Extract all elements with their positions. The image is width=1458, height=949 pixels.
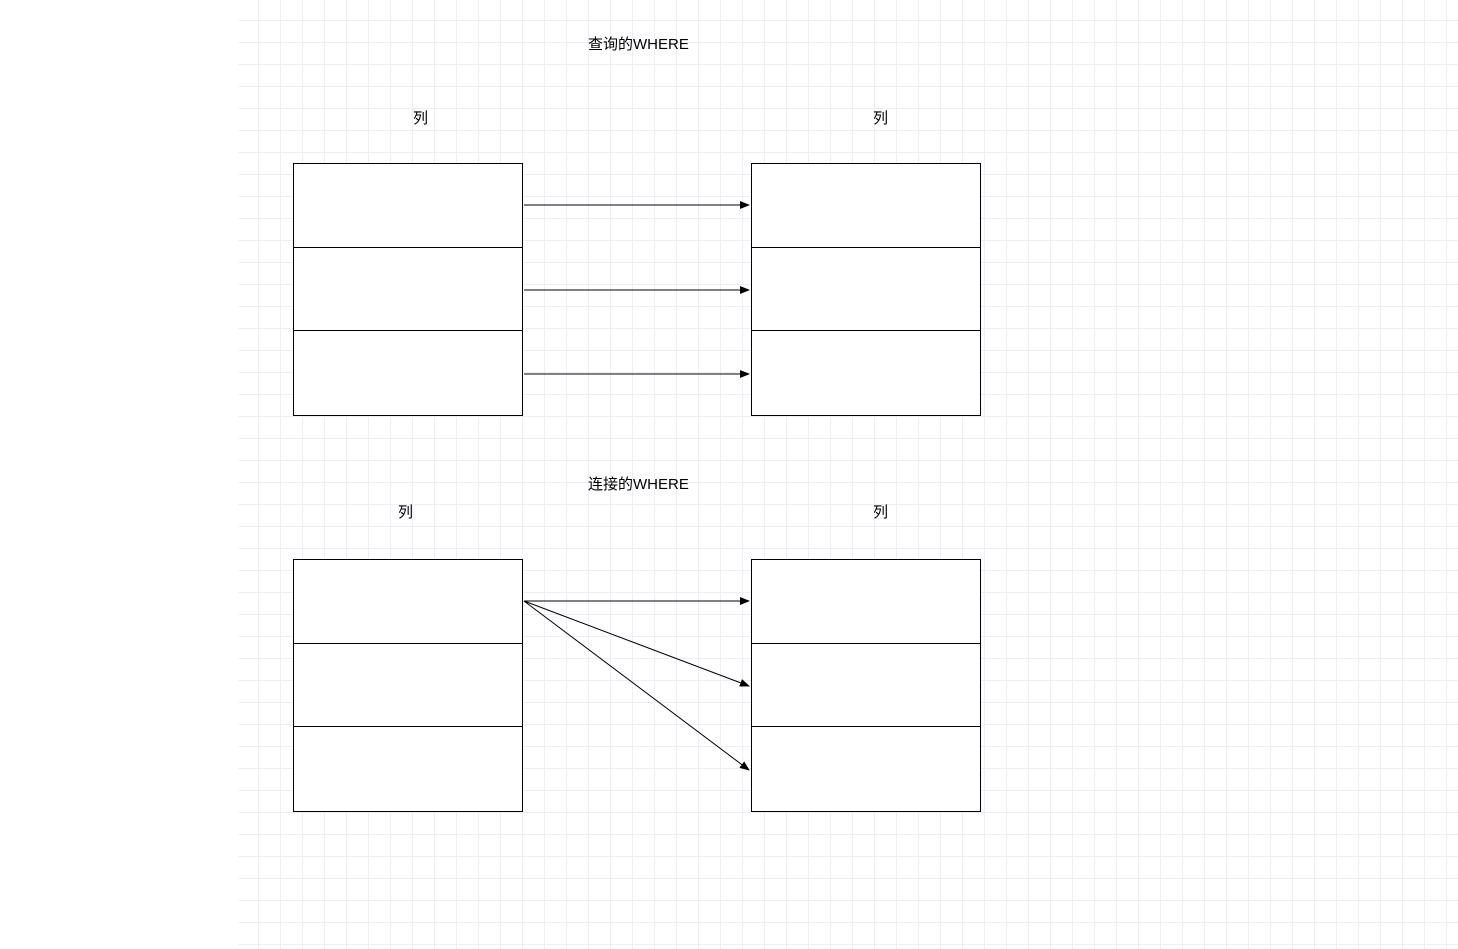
- table-row[interactable]: [294, 560, 522, 644]
- table-row[interactable]: [294, 644, 522, 728]
- diagram-canvas[interactable]: 查询的WHERE 列 列 连接的WHERE 列 列: [238, 0, 1458, 949]
- table-row[interactable]: [752, 727, 980, 811]
- table-row[interactable]: [294, 248, 522, 332]
- table-row[interactable]: [294, 164, 522, 248]
- diagram2-left-table[interactable]: [293, 559, 523, 812]
- diagram1-right-table[interactable]: [751, 163, 981, 416]
- arrow-d2-to-row2: [524, 601, 749, 686]
- diagram2-right-table[interactable]: [751, 559, 981, 812]
- table-row[interactable]: [294, 331, 522, 415]
- diagram2-left-column-label: 列: [398, 501, 413, 522]
- diagram1-title: 查询的WHERE: [588, 33, 689, 54]
- diagram1-left-column-label: 列: [413, 107, 428, 128]
- table-row[interactable]: [752, 644, 980, 728]
- diagram1-right-column-label: 列: [873, 107, 888, 128]
- left-margin-panel: [0, 0, 238, 949]
- diagram1-left-table[interactable]: [293, 163, 523, 416]
- arrow-d2-to-row3: [524, 601, 749, 770]
- table-row[interactable]: [752, 560, 980, 644]
- diagram2-right-column-label: 列: [873, 501, 888, 522]
- table-row[interactable]: [752, 248, 980, 332]
- diagram2-title: 连接的WHERE: [588, 473, 689, 494]
- table-row[interactable]: [294, 727, 522, 811]
- table-row[interactable]: [752, 164, 980, 248]
- table-row[interactable]: [752, 331, 980, 415]
